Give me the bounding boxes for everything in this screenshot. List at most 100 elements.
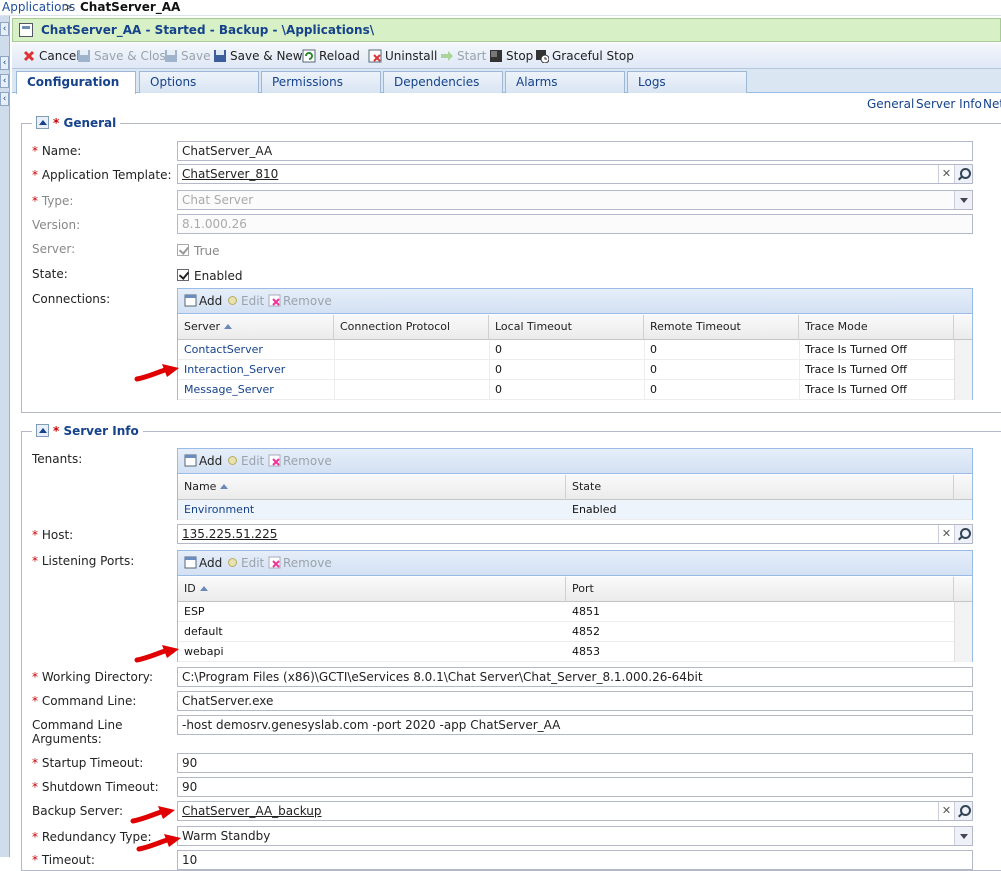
add-port-button[interactable]: Add — [184, 556, 222, 570]
cancel-button[interactable]: Cancel — [22, 47, 80, 65]
reload-button[interactable]: Reload — [302, 47, 360, 65]
col-local-timeout[interactable]: Local Timeout — [489, 315, 644, 340]
section-links: General Server Info Net — [12, 94, 1001, 114]
collapse-toggle-icon[interactable] — [36, 424, 49, 437]
nav-arrow-icon[interactable]: ‹ — [0, 92, 9, 106]
command-line-input[interactable]: ChatServer.exe — [177, 691, 973, 711]
tab-dependencies[interactable]: Dependencies — [383, 71, 503, 93]
startup-timeout-input[interactable]: 90 — [177, 753, 973, 773]
tab-logs[interactable]: Logs — [627, 71, 747, 93]
annotation-arrow-icon — [136, 834, 181, 852]
save-close-icon — [78, 50, 90, 62]
table-row[interactable]: Environment Enabled — [178, 500, 972, 520]
table-row[interactable]: Interaction_Server 0 0 Trace Is Turned O… — [178, 360, 972, 380]
add-tenant-button[interactable]: Add — [184, 454, 222, 468]
nav-arrow-icon[interactable]: ‹ — [0, 56, 9, 70]
remove-connection-button[interactable]: Remove — [268, 294, 332, 308]
backup-server-field[interactable]: ChatServer_AA_backup — [177, 801, 973, 821]
chevron-down-icon[interactable] — [954, 827, 972, 845]
col-name[interactable]: Name — [178, 475, 566, 500]
section-link-server-info[interactable]: Server Info — [916, 97, 982, 111]
tab-options[interactable]: Options — [139, 71, 259, 93]
edit-connection-button[interactable]: Edit — [226, 294, 264, 308]
col-connection-protocol[interactable]: Connection Protocol — [334, 315, 489, 340]
remove-tenant-button[interactable]: Remove — [268, 454, 332, 468]
remote-timeout-cell: 0 — [650, 343, 657, 356]
uninstall-button[interactable]: Uninstall — [368, 47, 437, 65]
command-line-arguments-input[interactable]: -host demosrv.genesyslab.com -port 2020 … — [177, 715, 973, 735]
annotation-arrow-icon — [134, 645, 179, 663]
type-select[interactable]: Chat Server — [177, 190, 973, 210]
add-connection-button[interactable]: Add — [184, 294, 222, 308]
nav-arrow-icon[interactable]: ‹ — [0, 74, 9, 88]
connection-server-link[interactable]: Message_Server — [178, 380, 274, 400]
timeout-input[interactable]: 10 — [177, 850, 973, 870]
connection-protocol-cell — [334, 380, 340, 400]
tab-alarms[interactable]: Alarms — [505, 71, 625, 93]
connections-label: Connections: — [32, 292, 111, 306]
left-nav-strip: ‹ ‹ ‹ ‹ — [0, 16, 10, 857]
sort-asc-icon — [199, 586, 208, 591]
col-server[interactable]: Server — [178, 315, 334, 340]
tenants-grid-toolbar: Add Edit Remove — [178, 449, 972, 474]
graceful-stop-button[interactable]: Graceful Stop — [535, 47, 634, 65]
start-button[interactable]: Start — [440, 47, 486, 65]
redundancy-type-select[interactable]: Warm Standby — [177, 826, 973, 846]
timeout-label: * Timeout: — [32, 853, 95, 867]
col-state[interactable]: State — [566, 475, 954, 500]
connection-server-link[interactable]: Interaction_Server — [178, 360, 285, 380]
save-button[interactable]: Save — [164, 47, 210, 65]
remove-port-button[interactable]: Remove — [268, 556, 332, 570]
sort-asc-icon — [220, 484, 229, 489]
col-remote-timeout[interactable]: Remote Timeout — [644, 315, 799, 340]
search-host-icon[interactable] — [954, 525, 972, 543]
save-new-icon — [214, 50, 226, 62]
add-icon — [184, 294, 197, 307]
col-port[interactable]: Port — [566, 577, 954, 602]
state-checkbox[interactable] — [177, 269, 189, 281]
table-row[interactable]: ContactServer 0 0 Trace Is Turned Off — [178, 340, 972, 360]
stop-icon — [490, 50, 502, 62]
stop-button[interactable]: Stop — [489, 47, 533, 65]
grid-scrollbar[interactable] — [954, 602, 972, 662]
breadcrumb: Applications > ChatServer_AA — [0, 0, 1001, 16]
working-directory-input[interactable]: C:\Program Files (x86)\GCTI\eServices 8.… — [177, 667, 973, 687]
col-id[interactable]: ID — [178, 577, 566, 602]
trace-mode-cell: Trace Is Turned Off — [805, 383, 907, 396]
table-row[interactable]: webapi 4853 — [178, 642, 972, 662]
grid-scrollbar[interactable] — [954, 340, 972, 400]
save-new-button[interactable]: Save & New — [213, 47, 303, 65]
clear-backup-server-icon[interactable]: ✕ — [938, 802, 954, 820]
shutdown-timeout-input[interactable]: 90 — [177, 777, 973, 797]
collapse-toggle-icon[interactable] — [36, 116, 49, 129]
clear-template-icon[interactable]: ✕ — [938, 165, 954, 183]
table-row[interactable]: default 4852 — [178, 622, 972, 642]
save-icon — [165, 50, 177, 62]
save-close-button[interactable]: Save & Close — [77, 47, 173, 65]
sort-asc-icon — [224, 324, 233, 329]
section-link-general[interactable]: General — [867, 97, 914, 111]
tab-configuration[interactable]: Configuration — [16, 71, 136, 94]
table-row[interactable]: ESP 4851 — [178, 602, 972, 622]
section-link-network[interactable]: Net — [983, 97, 1001, 111]
edit-tenant-button[interactable]: Edit — [226, 454, 264, 468]
name-input[interactable]: ChatServer_AA — [177, 141, 973, 161]
tenant-name-link[interactable]: Environment — [178, 500, 254, 520]
search-template-icon[interactable] — [954, 165, 972, 183]
search-backup-server-icon[interactable] — [954, 802, 972, 820]
table-row[interactable]: Message_Server 0 0 Trace Is Turned Off — [178, 380, 972, 400]
trace-mode-cell: Trace Is Turned Off — [805, 343, 907, 356]
col-trace-mode[interactable]: Trace Mode — [799, 315, 954, 340]
backup-server-label: Backup Server: — [32, 804, 123, 818]
chevron-down-icon[interactable] — [954, 191, 972, 209]
collapse-nav-icon[interactable]: ‹ — [0, 22, 9, 36]
server-checkbox[interactable] — [177, 244, 189, 256]
connection-server-link[interactable]: ContactServer — [178, 340, 263, 360]
tab-permissions[interactable]: Permissions — [261, 71, 381, 93]
uninstall-icon — [368, 49, 382, 63]
application-template-field[interactable]: ChatServer_810 — [177, 164, 973, 184]
clear-host-icon[interactable]: ✕ — [938, 525, 954, 543]
edit-port-button[interactable]: Edit — [226, 556, 264, 570]
edit-icon — [228, 558, 237, 567]
host-field[interactable]: 135.225.51.225 — [177, 524, 973, 544]
